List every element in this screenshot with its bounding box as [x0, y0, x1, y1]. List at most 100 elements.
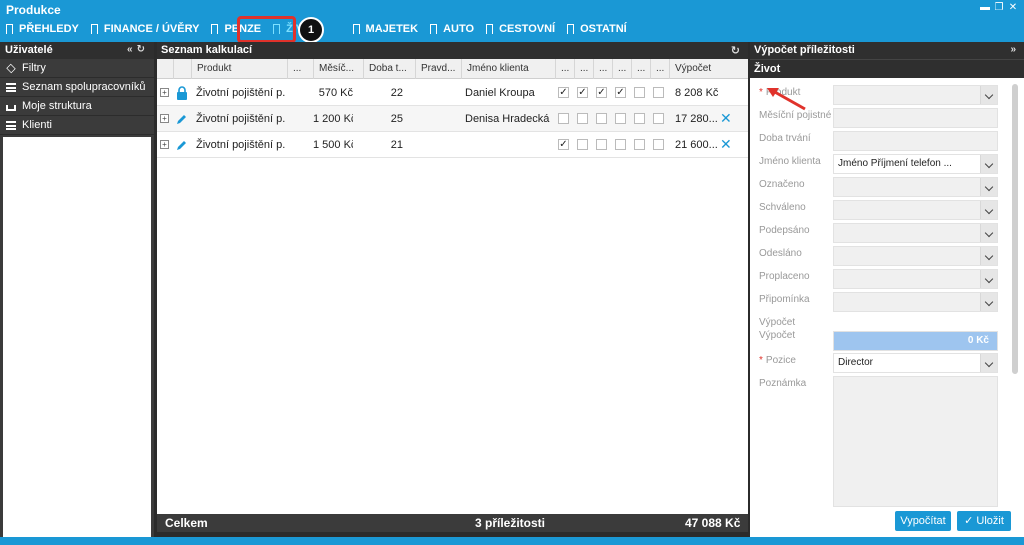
collapse-left-icon[interactable]: «	[127, 44, 137, 55]
poznamka-textarea[interactable]	[833, 376, 998, 507]
bookmark-icon	[567, 24, 575, 34]
delete-icon[interactable]: ✕	[720, 110, 732, 127]
tab-finance[interactable]: FINANCE / ÚVĚRY	[85, 16, 206, 42]
checkbox-podepsano[interactable]	[596, 113, 607, 124]
field-label-vypocet-1: Výpočet	[759, 317, 796, 328]
sidebar-item-spolupracovnici[interactable]: Seznam spolupracovníků	[0, 78, 154, 97]
pencil-icon[interactable]	[176, 132, 188, 158]
col-flag-3[interactable]: ...	[593, 59, 612, 79]
col-flag-2[interactable]: ...	[574, 59, 593, 79]
delete-icon[interactable]: ✕	[720, 136, 732, 153]
checkbox-proplaceno[interactable]	[634, 139, 645, 150]
col-flag-4[interactable]: ...	[612, 59, 631, 79]
chevron-down-icon[interactable]	[980, 270, 997, 288]
tab-cestovni[interactable]: CESTOVNÍ	[480, 16, 561, 42]
bookmark-icon	[352, 24, 360, 34]
refresh-icon[interactable]: ↻	[731, 44, 740, 57]
sidebar-item-filtry[interactable]: Filtry	[0, 59, 154, 78]
vypocet-value: 0 Kč	[833, 331, 998, 351]
col-flag-1[interactable]: ...	[555, 59, 574, 79]
field-label-pripominka: Připomínka	[759, 294, 810, 305]
table-row[interactable]: + Životní pojištění p... 570 Kč 22 Danie…	[157, 80, 748, 106]
checkbox-schvaleno[interactable]	[577, 139, 588, 150]
produkt-select[interactable]	[833, 85, 998, 105]
checkbox-oznaceno[interactable]: ✓	[558, 87, 569, 98]
table-row[interactable]: + Životní pojištění p... 1 200 Kč 25 Den…	[157, 106, 748, 132]
chevron-down-icon[interactable]	[980, 178, 997, 196]
col-doba[interactable]: Doba t...	[363, 59, 415, 79]
chevron-down-icon[interactable]	[980, 201, 997, 219]
calculate-button[interactable]: Vypočítat	[895, 511, 951, 531]
minimize-icon[interactable]: ▬	[980, 3, 990, 13]
close-icon[interactable]: ✕	[1008, 3, 1018, 13]
bookmark-icon	[6, 24, 13, 34]
pozice-select[interactable]: Director	[833, 353, 998, 373]
chevron-down-icon[interactable]	[980, 224, 997, 242]
form-scrollbar[interactable]	[1012, 84, 1018, 374]
klient-select[interactable]: Jméno Příjmení telefon ...	[833, 154, 998, 174]
calc-form: * Produkt Měsíční pojistné Doba trvání Jm…	[750, 79, 1014, 537]
col-klient[interactable]: Jméno klienta	[461, 59, 555, 79]
expand-icon[interactable]: +	[160, 88, 169, 97]
proplaceno-select[interactable]	[833, 269, 998, 289]
sidebar-item-struktura[interactable]: Moje struktura	[0, 97, 154, 116]
mesicni-field[interactable]	[833, 108, 998, 128]
col-mesicni[interactable]: Měsíč...	[313, 59, 363, 79]
checkbox-pripominka[interactable]	[653, 139, 664, 150]
calc-form-header: Výpočet příležitosti »	[750, 42, 1024, 59]
checkbox-schvaleno[interactable]	[577, 113, 588, 124]
restore-icon[interactable]: ❐	[994, 3, 1004, 13]
users-panel: Uživatelé «↻ Filtry Seznam spolupracovní…	[0, 42, 154, 545]
table-row[interactable]: + Životní pojištění p... 1 500 Kč 21 ✓ 2…	[157, 132, 748, 158]
refresh-icon[interactable]: ↻	[137, 44, 149, 55]
col-flag-5[interactable]: ...	[631, 59, 650, 79]
checkbox-oznaceno[interactable]	[558, 113, 569, 124]
checkbox-oznaceno[interactable]: ✓	[558, 139, 569, 150]
bookmark-icon	[211, 24, 219, 34]
schvaleno-select[interactable]	[833, 200, 998, 220]
sidebar-item-klienti[interactable]: Klienti	[0, 116, 154, 135]
checkbox-odeslano[interactable]: ✓	[615, 87, 626, 98]
save-button[interactable]: ✓ Uložit	[957, 511, 1011, 531]
chevron-down-icon[interactable]	[980, 155, 997, 173]
pencil-icon[interactable]	[176, 106, 188, 132]
tab-majetek[interactable]: MAJETEK	[325, 16, 425, 42]
checkbox-pripominka[interactable]	[653, 113, 664, 124]
podepsano-select[interactable]	[833, 223, 998, 243]
checkbox-proplaceno[interactable]	[634, 87, 645, 98]
tab-prehledy[interactable]: PŘEHLEDY	[0, 16, 85, 42]
window-controls: ▬ ❐ ✕	[980, 3, 1018, 13]
expand-icon[interactable]: +	[160, 140, 169, 149]
chevron-down-icon[interactable]	[980, 293, 997, 311]
col-flag-6[interactable]: ...	[650, 59, 669, 79]
calc-list-footer: Celkem 3 příležitosti 47 088 Kč	[157, 514, 748, 532]
checkbox-odeslano[interactable]	[615, 113, 626, 124]
col-vypocet[interactable]: Výpočet	[669, 59, 748, 79]
oznaceno-select[interactable]	[833, 177, 998, 197]
col-produkt[interactable]: Produkt	[191, 59, 287, 79]
checkbox-proplaceno[interactable]	[634, 113, 645, 124]
expand-icon[interactable]: +	[160, 114, 169, 123]
calculation-list-panel: Seznam kalkulací ↻ Produkt ... Měsíč... …	[157, 42, 748, 532]
col-pravd[interactable]: Pravd...	[415, 59, 461, 79]
odeslano-select[interactable]	[833, 246, 998, 266]
checkbox-odeslano[interactable]	[615, 139, 626, 150]
step-badge: 1	[298, 17, 324, 43]
chevron-down-icon[interactable]	[980, 247, 997, 265]
chevron-down-icon[interactable]	[980, 354, 997, 372]
clear-filters-button[interactable]: Zrušit filtry	[5, 521, 56, 533]
tab-ostatni[interactable]: OSTATNÍ	[561, 16, 633, 42]
doba-field[interactable]	[833, 131, 998, 151]
col-extra[interactable]: ...	[287, 59, 313, 79]
checkbox-podepsano[interactable]	[596, 139, 607, 150]
list-icon	[6, 82, 16, 92]
chevron-down-icon[interactable]	[980, 86, 997, 104]
pripominka-select[interactable]	[833, 292, 998, 312]
checkbox-podepsano[interactable]: ✓	[596, 87, 607, 98]
tab-auto[interactable]: AUTO	[424, 16, 480, 42]
tab-highlight-annotation	[237, 16, 296, 43]
checkbox-pripominka[interactable]	[653, 87, 664, 98]
collapse-right-icon[interactable]: »	[1010, 44, 1016, 55]
checkbox-schvaleno[interactable]: ✓	[577, 87, 588, 98]
annotation-arrow-icon	[767, 88, 806, 111]
